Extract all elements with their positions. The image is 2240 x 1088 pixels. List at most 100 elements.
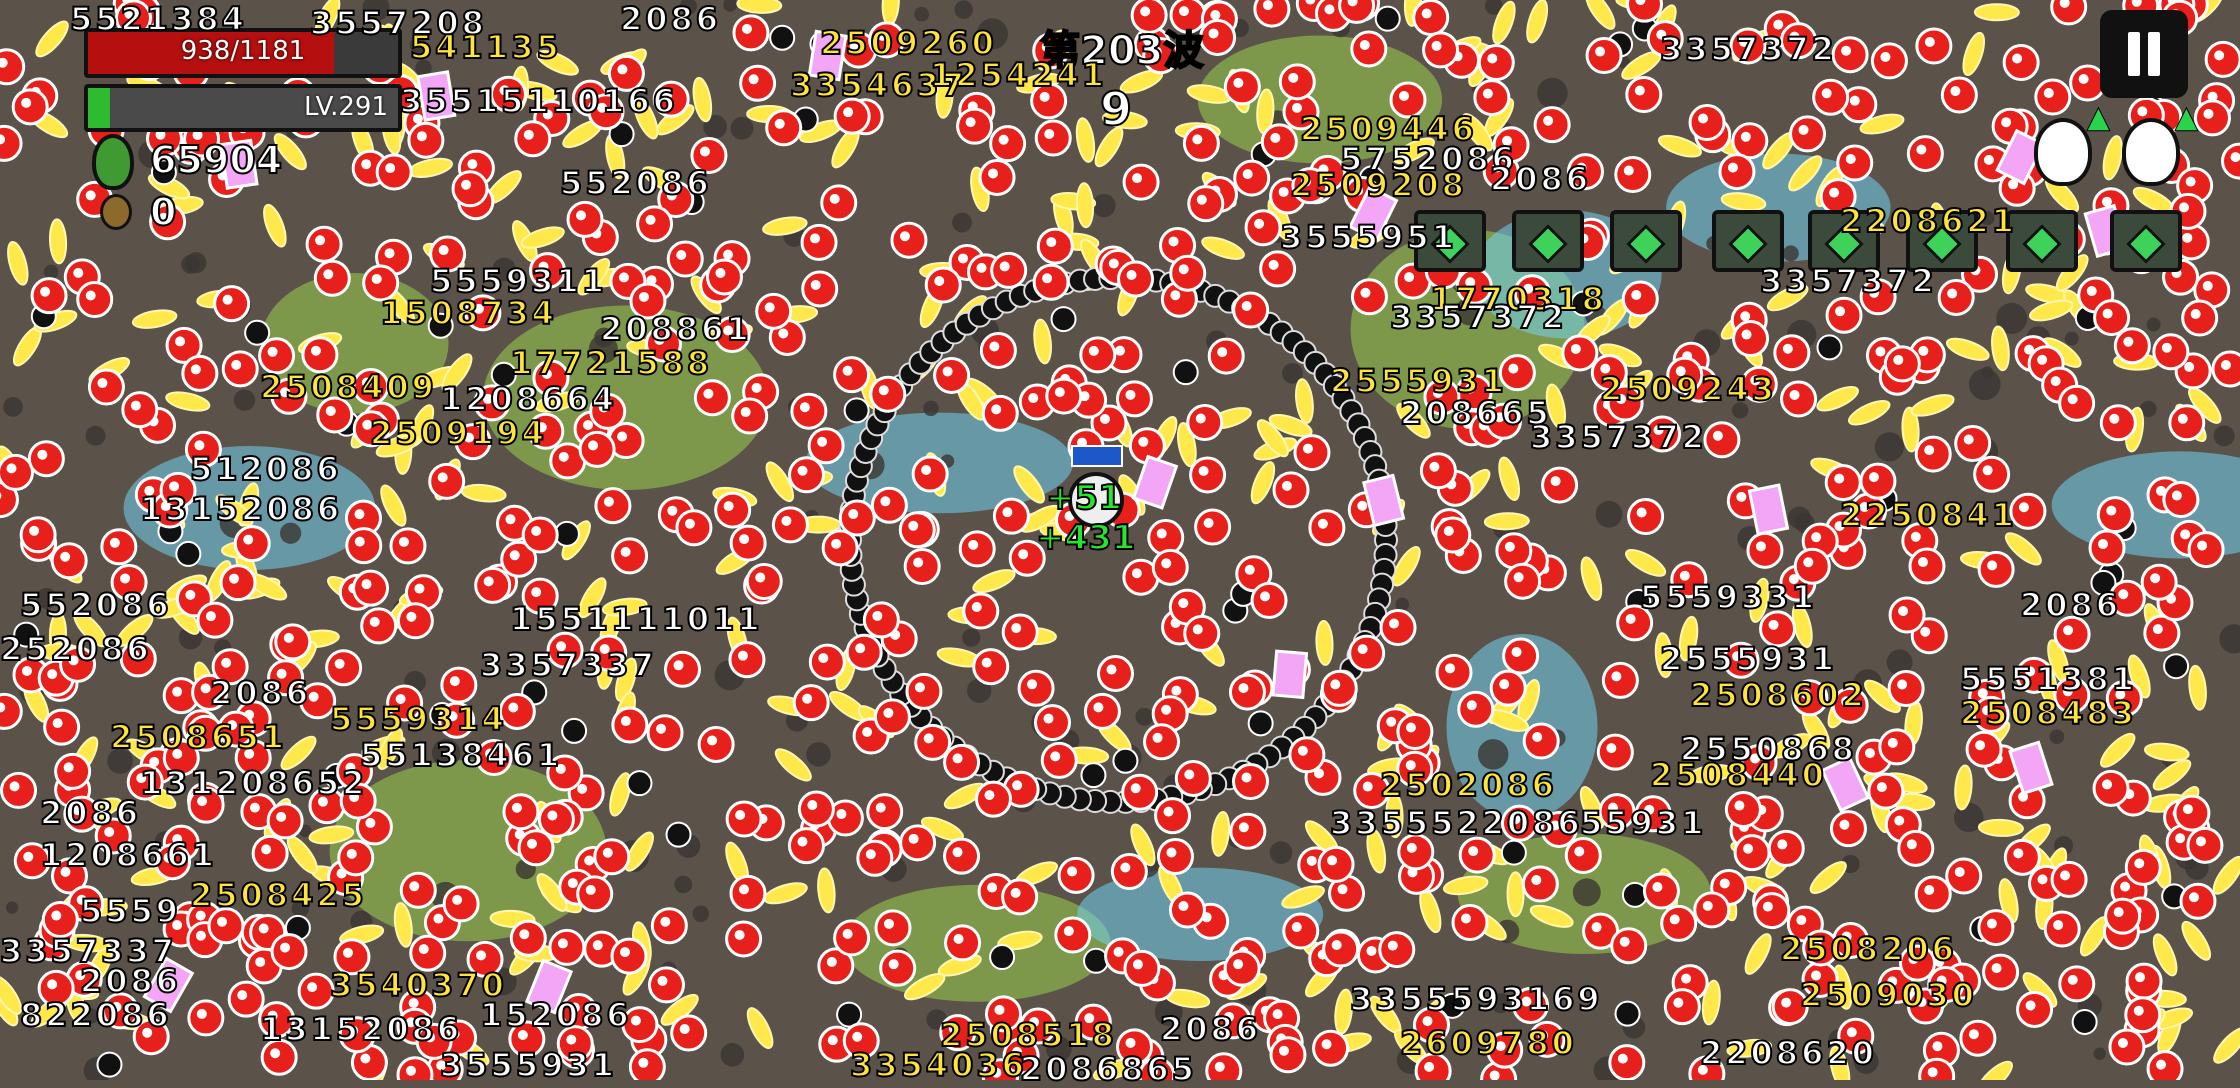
bullet-highlight <box>255 956 266 967</box>
bullet-highlight <box>354 536 365 547</box>
bullet-highlight <box>1841 45 1852 56</box>
damage-number: 2508483 <box>1959 693 2137 733</box>
treasure-chest-icon <box>1610 210 1682 272</box>
bullet-highlight <box>862 726 873 737</box>
coin-count: 65904 <box>149 137 283 183</box>
bullet-highlight <box>836 809 847 820</box>
bullet-highlight <box>438 245 449 256</box>
damage-number: 2509243 <box>1599 369 1777 409</box>
bullet-highlight <box>2175 833 2186 844</box>
bullet-highlight <box>120 573 131 584</box>
bullet-highlight <box>965 117 976 128</box>
red-bullet <box>646 714 684 752</box>
red-bullet <box>1194 508 1232 546</box>
damage-number: 2502086 <box>1379 765 1557 805</box>
red-bullet <box>451 170 489 208</box>
bullet-highlight <box>205 611 216 622</box>
bullet-highlight <box>1743 843 1754 854</box>
bullet-highlight <box>73 267 84 278</box>
bullet-highlight <box>2133 1005 2144 1016</box>
red-bullet <box>1614 156 1652 194</box>
bullet-highlight <box>511 802 522 813</box>
bullet-highlight <box>276 811 287 822</box>
red-bullet <box>251 834 289 872</box>
bullet-highlight <box>1482 88 1493 99</box>
red-bullet <box>989 125 1027 163</box>
black-orb <box>665 821 692 848</box>
pause-button[interactable] <box>2100 10 2188 98</box>
egg-upgrade-icon[interactable] <box>2122 100 2198 186</box>
debris <box>1595 500 1623 528</box>
bullet-highlight <box>764 302 775 313</box>
spark <box>460 483 507 503</box>
bullet-highlight <box>361 579 372 590</box>
bullet-highlight <box>2156 1059 2167 1070</box>
red-bullet <box>100 528 138 566</box>
spark <box>817 867 836 914</box>
red-bullet <box>739 64 777 102</box>
damage-number: 2509194 <box>369 413 547 453</box>
damage-number: 2250841 <box>1839 495 2017 535</box>
bullet-highlight <box>984 790 995 801</box>
bullet-highlight <box>715 267 726 278</box>
red-bullet <box>2140 563 2178 601</box>
bullet-highlight <box>603 496 614 507</box>
bullet-highlight <box>23 851 34 862</box>
bullet-highlight <box>684 518 695 529</box>
black-orb <box>769 24 796 51</box>
red-bullet <box>2124 996 2162 1034</box>
debris <box>233 389 256 411</box>
spark <box>1201 236 1245 260</box>
bullet-highlight <box>1171 685 1182 696</box>
bullet-highlight <box>1331 940 1342 951</box>
red-bullet <box>800 223 838 261</box>
red-bullet <box>1434 516 1472 554</box>
damage-number: 3354036 <box>849 1045 1027 1085</box>
bullet-highlight <box>1192 134 1203 145</box>
bullet-highlight <box>1918 345 1929 356</box>
red-bullet <box>1032 263 1070 301</box>
damage-number: 5559 <box>79 891 182 931</box>
red-bullet <box>905 672 943 710</box>
damage-number: 2508440 <box>1649 755 1827 795</box>
red-bullet <box>2002 44 2040 82</box>
bullet-highlight <box>620 546 631 557</box>
bullet-highlight <box>843 107 854 118</box>
red-bullet <box>1233 159 1271 197</box>
egg-upgrade-icon[interactable] <box>2034 100 2110 186</box>
damage-number: 5551381 <box>1959 659 2137 699</box>
bullet-highlight <box>1131 568 1142 579</box>
red-bullet <box>1914 435 1952 473</box>
spark <box>407 157 454 178</box>
red-bullet <box>990 251 1028 289</box>
red-bullet <box>870 486 908 524</box>
red-bullet <box>301 336 339 374</box>
red-bullet <box>1954 424 1992 462</box>
red-bullet <box>1870 42 1908 80</box>
bullet-highlight <box>1168 236 1179 247</box>
red-bullet <box>1859 462 1897 500</box>
bullet-highlight <box>1241 301 1252 312</box>
bullet-highlight <box>2182 804 2193 815</box>
bullet-highlight <box>991 404 1002 415</box>
red-bullet <box>670 1014 708 1052</box>
red-bullet <box>1883 345 1921 383</box>
bullet-highlight <box>1681 973 1692 984</box>
red-bullet <box>1396 713 1434 751</box>
bullet-highlight <box>1920 626 1931 637</box>
red-bullet <box>797 790 835 828</box>
bullet-highlight <box>1740 311 1751 322</box>
bullet-highlight <box>414 583 425 594</box>
red-bullet <box>807 427 845 465</box>
red-bullet <box>788 456 826 494</box>
spark <box>1580 556 1603 601</box>
red-bullet <box>924 266 962 304</box>
bullet-highlight <box>1669 914 1680 925</box>
bullet-highlight <box>1762 901 1773 912</box>
damage-number: 2086865 <box>1019 1049 1197 1088</box>
red-bullet <box>1183 614 1221 652</box>
red-bullet <box>325 649 363 687</box>
bullet-highlight <box>852 1031 863 1042</box>
red-bullet <box>1083 692 1121 730</box>
bullet-highlight <box>509 550 520 561</box>
